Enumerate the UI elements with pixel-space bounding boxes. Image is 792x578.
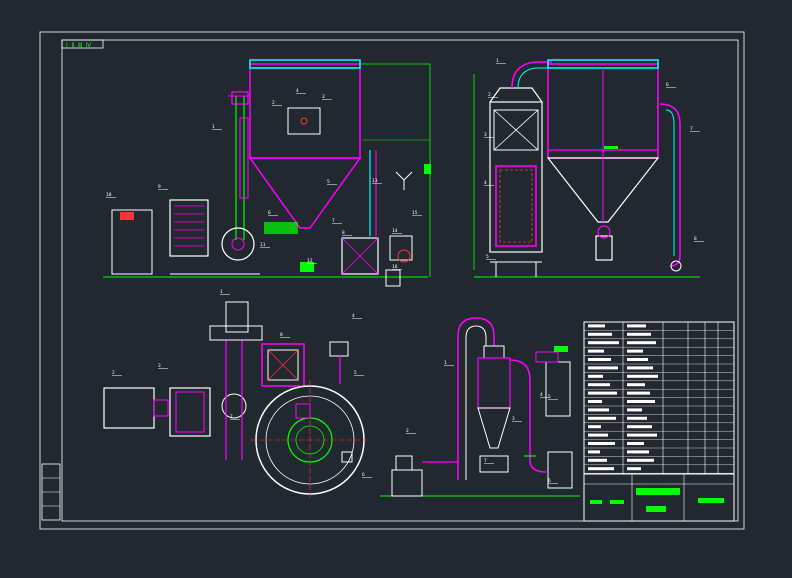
callout-label: 5 bbox=[327, 179, 330, 185]
callout-label: 6 bbox=[548, 478, 551, 484]
callout-label: 10 bbox=[106, 192, 112, 198]
callout-label: 5 bbox=[486, 254, 489, 260]
callout-label: 1 bbox=[220, 289, 223, 295]
callout-label: 7 bbox=[484, 458, 487, 464]
callout-label: 1 bbox=[444, 360, 447, 366]
callout-label: 4 bbox=[540, 392, 543, 398]
callout-label: 6 bbox=[666, 82, 669, 88]
callout-label: 2 bbox=[406, 428, 409, 434]
callout-label: 16 bbox=[392, 264, 398, 270]
callout-label: 13 bbox=[372, 178, 378, 184]
callout-label: 12 bbox=[307, 258, 313, 264]
callout-label: 5 bbox=[548, 394, 551, 400]
callout-label: 7 bbox=[332, 218, 335, 224]
callout-label: 1 bbox=[496, 58, 499, 64]
callout-label: 8 bbox=[342, 230, 345, 236]
drawing-stamp: Ⅰ Ⅱ Ⅲ Ⅳ bbox=[66, 42, 92, 49]
callout-label: 7 bbox=[230, 414, 233, 420]
callout-label: 14 bbox=[392, 228, 398, 234]
callout-label: 15 bbox=[412, 210, 418, 216]
callout-label: 3 bbox=[158, 363, 161, 369]
callout-label: 6 bbox=[362, 472, 365, 478]
callout-label: 8 bbox=[694, 236, 697, 242]
callout-label: 3 bbox=[484, 132, 487, 138]
callout-label: 3 bbox=[322, 94, 325, 100]
callout-label: 4 bbox=[484, 180, 487, 186]
callout-label: 9 bbox=[158, 184, 161, 190]
callout-label: 1 bbox=[212, 124, 215, 130]
callout-label: 7 bbox=[690, 126, 693, 132]
cad-drawing-viewport[interactable]: Ⅰ Ⅱ Ⅲ Ⅳ 1 2 3 4 5 6 7 8 9 10 11 12 13 14… bbox=[0, 0, 792, 574]
callout-label: 2 bbox=[272, 100, 275, 106]
callout-label: 5 bbox=[354, 370, 357, 376]
callout-label: 11 bbox=[260, 242, 266, 248]
callout-label: 3 bbox=[512, 416, 515, 422]
callout-label: 6 bbox=[268, 210, 271, 216]
callout-label: 2 bbox=[488, 92, 491, 98]
callout-label: 4 bbox=[296, 88, 299, 94]
callout-label: 2 bbox=[112, 370, 115, 376]
callout-label: 8 bbox=[280, 332, 283, 338]
callout-label: 4 bbox=[352, 313, 355, 319]
